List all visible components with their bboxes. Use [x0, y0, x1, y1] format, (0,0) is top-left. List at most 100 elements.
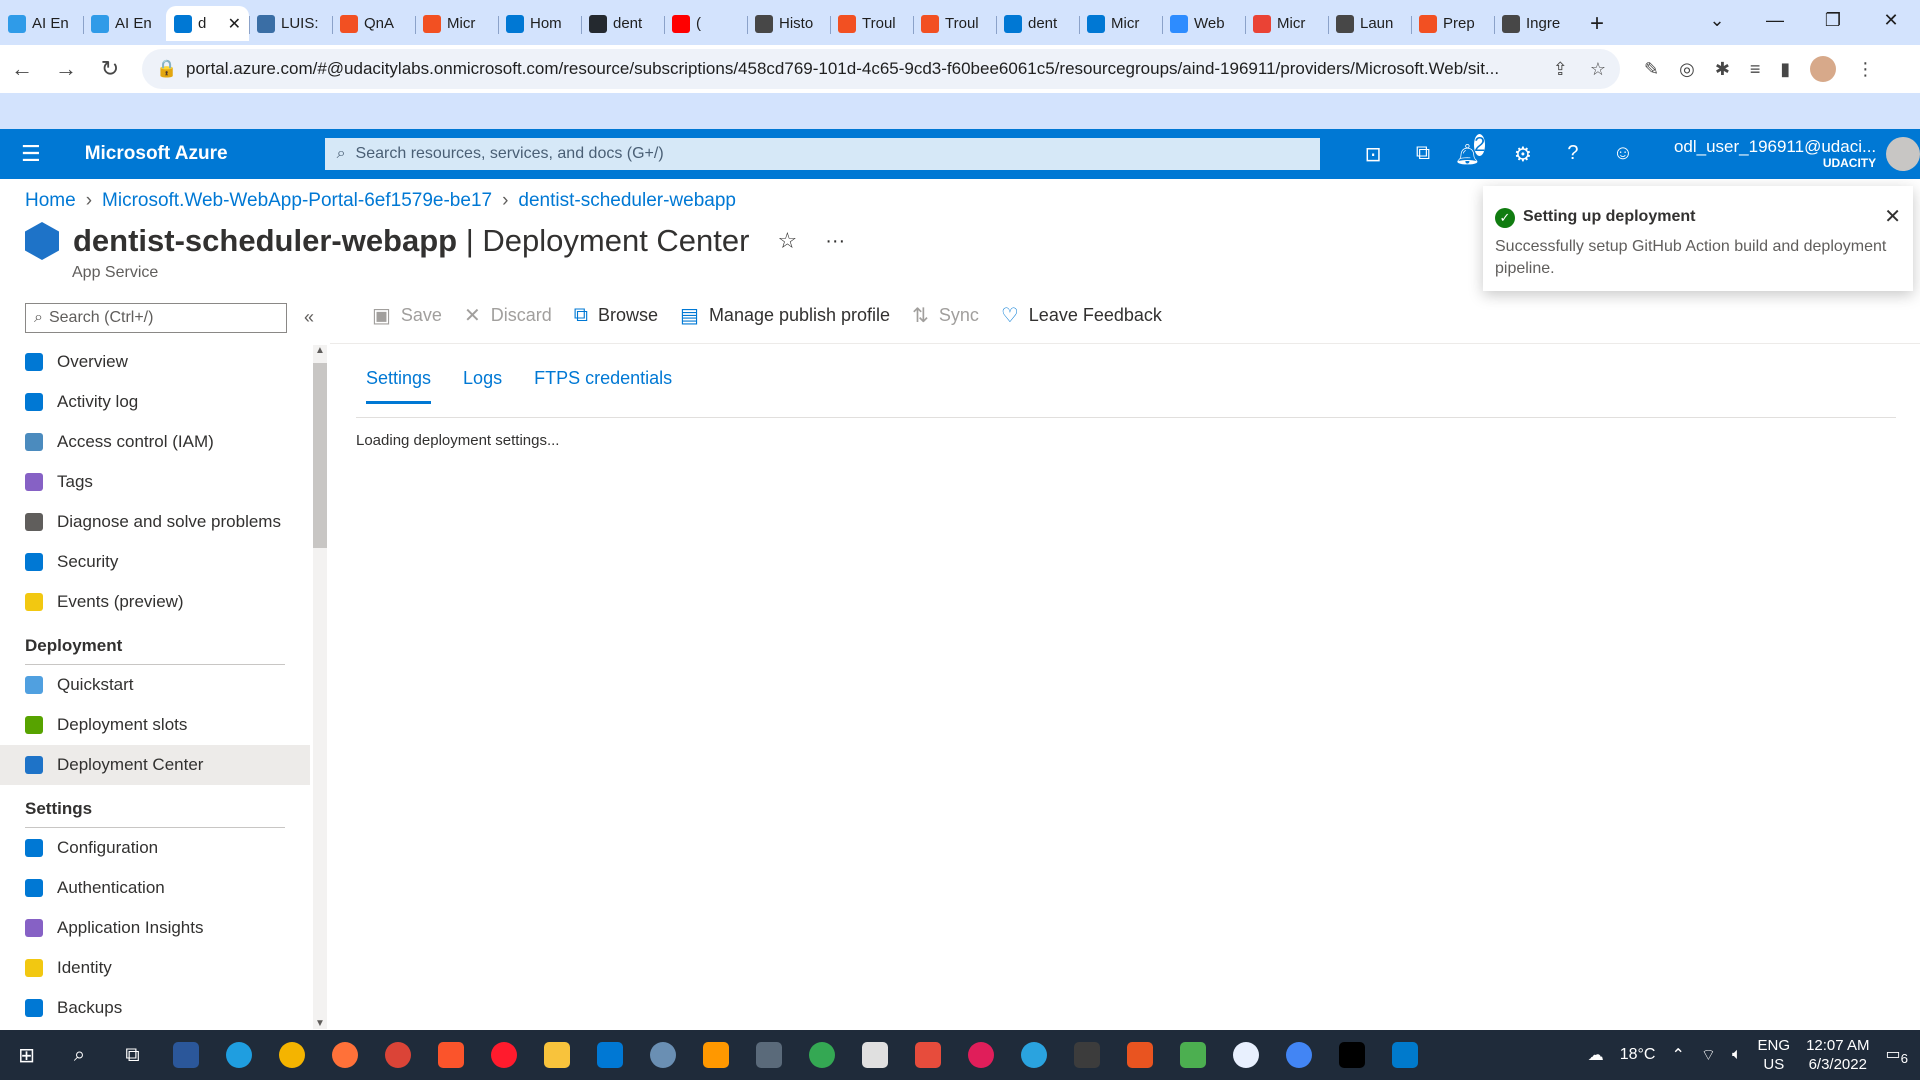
menu-item[interactable]: Configuration	[0, 828, 310, 868]
browser-tab[interactable]: Micr	[1079, 6, 1162, 41]
media-queue-icon[interactable]: ≡	[1750, 59, 1761, 80]
app-icon[interactable]	[1166, 1030, 1219, 1080]
menu-item[interactable]: Security	[0, 542, 310, 582]
system-clock[interactable]: 12:07 AM 6/3/2022	[1806, 1036, 1869, 1075]
puzzle-icon[interactable]: ✱	[1715, 59, 1730, 80]
menu-kebab-icon[interactable]: ⋮	[1856, 59, 1874, 80]
account-info[interactable]: odl_user_196911@udaci... UDACITY	[1674, 137, 1876, 170]
telegram-icon[interactable]	[1007, 1030, 1060, 1080]
browser-tab[interactable]: Prep	[1411, 6, 1494, 41]
browse-button[interactable]: ⧉ Browse	[574, 304, 658, 327]
extension-circle-icon[interactable]: ◎	[1679, 59, 1695, 80]
input-language[interactable]: ENG US	[1758, 1036, 1791, 1075]
network-icon[interactable]: ⌔	[1701, 1045, 1716, 1065]
discard-button[interactable]: ✕ Discard	[464, 303, 552, 328]
menu-item[interactable]: Deployment Center	[0, 745, 310, 785]
bookmark-star-icon[interactable]: ☆	[1590, 59, 1606, 80]
menu-item[interactable]: Application Insights	[0, 908, 310, 948]
edge-icon[interactable]	[212, 1030, 265, 1080]
browser-tab[interactable]: (	[664, 6, 747, 41]
browser-tab[interactable]: QnA	[332, 6, 415, 41]
collapse-menu-icon[interactable]: «	[304, 307, 314, 328]
menu-item[interactable]: Tags	[0, 462, 310, 502]
tab-search-icon[interactable]: ⌄	[1688, 10, 1746, 31]
mail-icon[interactable]	[583, 1030, 636, 1080]
calculator-icon[interactable]	[742, 1030, 795, 1080]
azure-brand[interactable]: Microsoft Azure	[62, 143, 325, 165]
browser-tab[interactable]: Hom	[498, 6, 581, 41]
menu-item[interactable]: Identity	[0, 948, 310, 988]
scroll-up-icon[interactable]: ▲	[313, 345, 327, 356]
windows-start-icon[interactable]: ⊞	[0, 1030, 53, 1080]
notes-icon[interactable]	[848, 1030, 901, 1080]
eyedropper-icon[interactable]: ✎	[1644, 59, 1659, 80]
reload-icon[interactable]: ↻	[88, 56, 132, 82]
opera-icon[interactable]	[477, 1030, 530, 1080]
cloud-shell-icon[interactable]: ⊡	[1348, 142, 1398, 167]
menu-item[interactable]: Authentication	[0, 868, 310, 908]
ubuntu-icon[interactable]	[1113, 1030, 1166, 1080]
new-tab-icon[interactable]: +	[1577, 6, 1617, 41]
search-icon[interactable]: ⌕	[53, 1030, 106, 1080]
profile-avatar[interactable]	[1810, 56, 1837, 82]
tab-logs[interactable]: Logs	[463, 368, 502, 404]
menu-item[interactable]: Access control (IAM)	[0, 422, 310, 462]
weather-cloud-icon[interactable]: ☁	[1588, 1045, 1604, 1065]
breadcrumb-webapp[interactable]: dentist-scheduler-webapp	[518, 190, 736, 212]
tab-ftps-credentials[interactable]: FTPS credentials	[534, 368, 672, 404]
remote-desktop-icon[interactable]	[1219, 1030, 1272, 1080]
browser-tab[interactable]: d ✕	[166, 6, 249, 41]
settings-gear-icon[interactable]: ⚙	[1498, 142, 1548, 167]
breadcrumb-home[interactable]: Home	[25, 190, 76, 212]
slack-icon[interactable]	[954, 1030, 1007, 1080]
help-icon[interactable]: ?	[1548, 142, 1598, 167]
leave-feedback-button[interactable]: ♡ Leave Feedback	[1001, 303, 1162, 328]
save-button[interactable]: ▣ Save	[372, 303, 442, 328]
menu-search-input[interactable]: ⌕ Search (Ctrl+/)	[25, 303, 287, 333]
tab-settings[interactable]: Settings	[366, 368, 432, 404]
notifications-bell-icon[interactable]: 🔔︎2	[1448, 133, 1498, 167]
browser-tab[interactable]: Ingre	[1494, 6, 1577, 41]
favorite-star-icon[interactable]: ☆	[777, 228, 797, 254]
address-bar[interactable]: 🔒 portal.azure.com/#@udacitylabs.onmicro…	[142, 49, 1620, 89]
browser-tab[interactable]: Troul	[830, 6, 913, 41]
browser-tab[interactable]: LUIS:	[249, 6, 332, 41]
weather-temp[interactable]: 18°C	[1620, 1046, 1656, 1064]
breadcrumb-resource-group[interactable]: Microsoft.Web-WebApp-Portal-6ef1579e-be1…	[102, 190, 492, 212]
minimize-icon[interactable]: —	[1746, 10, 1804, 31]
global-search-input[interactable]: ⌕ Search resources, services, and docs (…	[324, 138, 1320, 170]
sublime-icon[interactable]	[689, 1030, 742, 1080]
browser-tab[interactable]: dent	[581, 6, 664, 41]
browser-tab[interactable]: dent	[996, 6, 1079, 41]
terminal-icon[interactable]	[1060, 1030, 1113, 1080]
scrollbar-thumb[interactable]	[313, 363, 327, 548]
browser-tab[interactable]: Micr	[1245, 6, 1328, 41]
forward-icon[interactable]: →	[44, 56, 88, 82]
close-icon[interactable]: ✕	[1884, 204, 1901, 229]
hamburger-menu-icon[interactable]: ☰	[0, 141, 62, 167]
menu-item[interactable]: Activity log	[0, 382, 310, 422]
menu-item[interactable]: Events (preview)	[0, 582, 310, 622]
chrome-icon[interactable]	[1272, 1030, 1325, 1080]
app-icon[interactable]	[795, 1030, 848, 1080]
more-options-icon[interactable]: ···	[825, 230, 845, 253]
firefox-icon[interactable]	[318, 1030, 371, 1080]
manage-publish-profile-button[interactable]: ▤ Manage publish profile	[680, 303, 890, 328]
account-avatar[interactable]	[1886, 137, 1920, 171]
word-icon[interactable]	[159, 1030, 212, 1080]
app-icon[interactable]	[636, 1030, 689, 1080]
chrome-icon[interactable]	[371, 1030, 424, 1080]
lock-icon[interactable]: 🔒	[156, 59, 177, 79]
menu-item[interactable]: Quickstart	[0, 665, 310, 705]
menu-item[interactable]: Backups	[0, 988, 310, 1028]
browser-tab[interactable]: Web	[1162, 6, 1245, 41]
vscode-icon[interactable]	[1378, 1030, 1431, 1080]
sidepanel-icon[interactable]: ▮	[1780, 59, 1790, 80]
browser-tab[interactable]: Troul	[913, 6, 996, 41]
menu-scrollbar[interactable]: ▲ ▼	[313, 345, 327, 1029]
notification-center-icon[interactable]: ▭6	[1885, 1044, 1908, 1066]
browser-tab[interactable]: AI En	[83, 6, 166, 41]
feedback-icon[interactable]: ☺	[1598, 142, 1648, 167]
cmd-icon[interactable]	[1325, 1030, 1378, 1080]
sync-button[interactable]: ⇅ Sync	[912, 303, 979, 328]
